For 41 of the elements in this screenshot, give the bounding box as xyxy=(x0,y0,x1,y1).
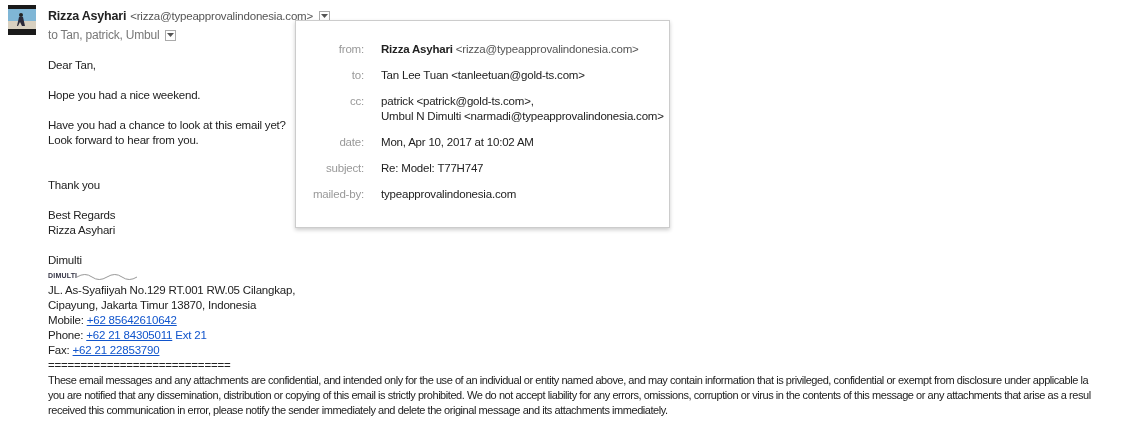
message-text: Hope you had a nice weekend. xyxy=(48,89,201,101)
contact-label: Fax: xyxy=(48,344,70,356)
disclaimer-text: These email messages and any attachments are confidential, and intended only for the use of an individual or entity named above, and may contain information that is privileged, confidential or exempt from disclosure under applicable la xyxy=(48,374,1089,386)
address-text: Cipayung, Jakarta Timur 13870, Indonesia xyxy=(48,299,257,311)
detail-value: Umbul N Dimulti <narmadi@typeapprovalindonesia.com> xyxy=(381,110,664,122)
caret-icon xyxy=(167,33,175,37)
detail-value: typeapprovalindonesia.com xyxy=(381,188,516,200)
message-text: Rizza Asyhari xyxy=(48,224,116,236)
extension-text: Ext 21 xyxy=(175,329,207,341)
detail-value: Mon, Apr 10, 2017 at 10:02 AM xyxy=(381,136,534,148)
phone-link[interactable]: +62 85642610642 xyxy=(86,314,177,326)
detail-value: Tan Lee Tuan <tanleetuan@gold-ts.com> xyxy=(381,69,585,81)
detail-label: cc: xyxy=(348,94,364,109)
message-text: Have you had a chance to look at this email yet? xyxy=(48,119,286,131)
message-text: Dear Tan, xyxy=(48,59,96,71)
detail-label: subject: xyxy=(324,161,364,176)
detail-value: Re: Model: T77H747 xyxy=(381,162,484,174)
detail-label: date: xyxy=(338,135,364,150)
message-text: Best Regards xyxy=(48,209,116,221)
recipients-dropdown[interactable] xyxy=(165,29,177,41)
sender-email: <rizza@typeapprovalindonesia.com> xyxy=(130,10,313,22)
recipients: to Tan, patrick, Umbul xyxy=(48,28,160,42)
detail-value: patrick <patrick@gold-ts.com>, xyxy=(381,95,534,107)
address-text: JL. As-Syafiiyah No.129 RT.001 RW.05 Cilangkap, xyxy=(48,284,296,296)
detail-value: Rizza Asyhari <rizza@typeapprovalindonesia.com> xyxy=(381,43,639,55)
company-name: Dimulti xyxy=(48,254,82,266)
caret-icon xyxy=(321,14,328,18)
avatar xyxy=(8,5,36,35)
phone-link[interactable]: +62 21 22853790 xyxy=(72,344,160,356)
contact-label: Phone: xyxy=(48,329,84,341)
disclaimer-text: received this communication in error, please notify the sender immediately and delete the original message and its attachments immediately. xyxy=(48,404,668,416)
message-text: Thank you xyxy=(48,179,100,191)
contact-label: Mobile: xyxy=(48,314,84,326)
detail-label: to: xyxy=(350,68,364,83)
message-text: Look forward to hear from you. xyxy=(48,134,199,146)
disclaimer-text: you are notified that any dissemination, distribution or copying of this email is strictly prohibited. We do not accept liability for any errors, omissions, corruption or virus in the contents of this message or any attachments that arise as a resul xyxy=(48,389,1091,401)
separator-text: ============================ xyxy=(48,359,231,371)
phone-link[interactable]: +62 21 84305011 xyxy=(86,329,173,341)
detail-label: from: xyxy=(337,42,364,57)
detail-label: mailed-by: xyxy=(311,187,364,202)
sender-name: Rizza Asyhari xyxy=(48,9,127,23)
